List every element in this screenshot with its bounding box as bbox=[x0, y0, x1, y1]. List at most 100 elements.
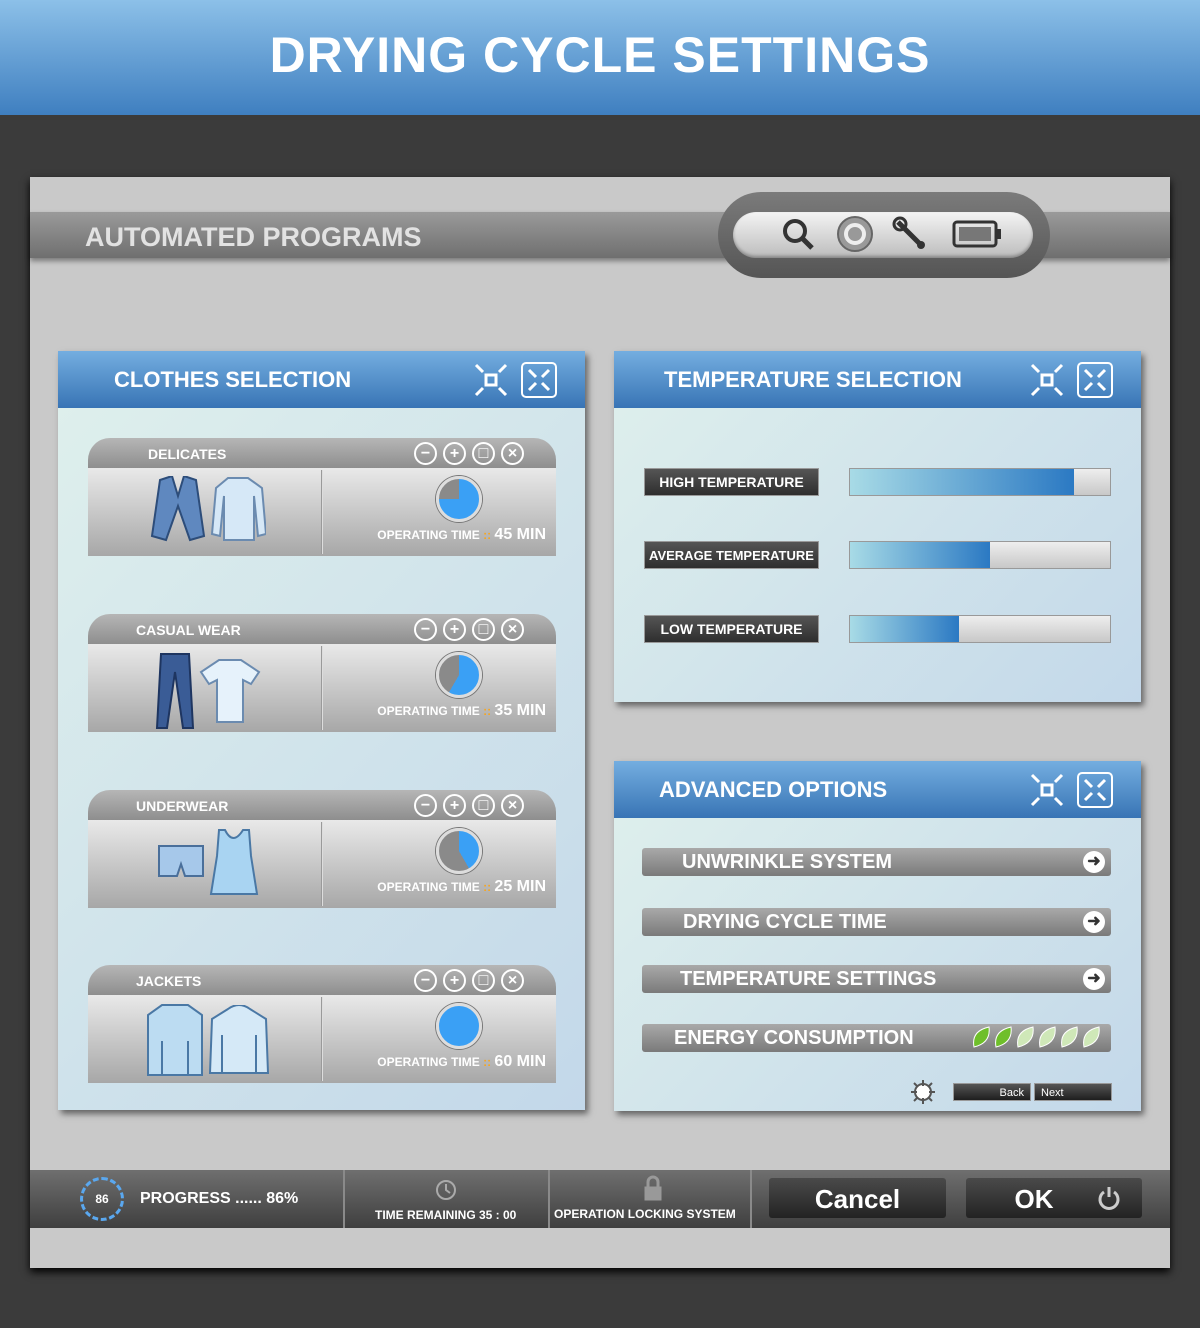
plus-icon[interactable]: + bbox=[443, 442, 466, 465]
arrow-right-icon: ➜ bbox=[1083, 968, 1105, 990]
energy-label: ENERGY CONSUMPTION bbox=[674, 1027, 914, 1049]
maximize-icon[interactable]: □ bbox=[472, 618, 495, 641]
card-title: JACKETS bbox=[136, 973, 202, 989]
maximize-icon[interactable]: □ bbox=[472, 969, 495, 992]
temperature-fill bbox=[850, 469, 1074, 495]
plus-icon[interactable]: + bbox=[443, 618, 466, 641]
advanced-options-panel: ADVANCED OPTIONS UNWRINKLE SYSTEM ➜ DRYING… bbox=[614, 761, 1141, 1111]
arrow-right-icon: ➜ bbox=[1083, 911, 1105, 933]
minus-icon[interactable]: − bbox=[414, 969, 437, 992]
temperature-slider[interactable] bbox=[849, 541, 1111, 569]
refresh-icon[interactable] bbox=[835, 214, 875, 254]
card-body: OPERATING TIME :: 60 MIN bbox=[88, 995, 556, 1083]
gear-icon[interactable] bbox=[910, 1079, 936, 1105]
energy-consumption-row[interactable]: ENERGY CONSUMPTION bbox=[642, 1024, 1111, 1052]
card-header: DELICATES − + □ × bbox=[88, 438, 556, 468]
wrench-icon[interactable] bbox=[890, 214, 930, 254]
programs-title: AUTOMATED PROGRAMS bbox=[85, 222, 422, 252]
minus-icon[interactable]: − bbox=[414, 794, 437, 817]
temperature-fill bbox=[850, 616, 960, 642]
clothes-selection-panel: CLOTHES SELECTION DELICATES − + □ × OPERATI… bbox=[58, 351, 585, 1110]
card-title: DELICATES bbox=[148, 446, 227, 462]
shorts-icon bbox=[157, 844, 205, 885]
maximize-icon[interactable]: □ bbox=[472, 442, 495, 465]
ok-label: OK bbox=[1014, 1184, 1054, 1214]
card-body: OPERATING TIME :: 35 MIN bbox=[88, 644, 556, 732]
time-pie-icon bbox=[436, 1003, 482, 1049]
progress-label: PROGRESS ...... 86% bbox=[140, 1190, 299, 1207]
ok-button[interactable]: OK bbox=[966, 1178, 1142, 1218]
shirt-icon bbox=[210, 476, 268, 547]
close-icon[interactable]: × bbox=[501, 969, 524, 992]
clock-icon bbox=[435, 1179, 457, 1206]
power-icon bbox=[1098, 1187, 1120, 1210]
option-label: TEMPERATURE SETTINGS bbox=[680, 968, 937, 990]
card-body: OPERATING TIME :: 25 MIN bbox=[88, 820, 556, 908]
close-icon[interactable]: × bbox=[501, 442, 524, 465]
collapse-icon[interactable] bbox=[1077, 772, 1113, 808]
locking-system[interactable]: OPERATION LOCKING SYSTEM bbox=[554, 1207, 736, 1221]
temperature-label: HIGH TEMPERATURE bbox=[644, 468, 819, 496]
leaf-icon bbox=[1039, 1026, 1056, 1048]
card-body: OPERATING TIME :: 45 MIN bbox=[88, 468, 556, 556]
operating-time: OPERATING TIME :: 45 MIN bbox=[377, 526, 546, 543]
status-bar: 86 PROGRESS ...... 86% TIME REMAINING 35… bbox=[30, 1170, 1170, 1228]
temperature-label: AVERAGE TEMPERATURE bbox=[644, 541, 819, 569]
option-label: UNWRINKLE SYSTEM bbox=[682, 851, 892, 873]
advanced-option[interactable]: DRYING CYCLE TIME ➜ bbox=[642, 908, 1111, 936]
back-button[interactable]: Back bbox=[953, 1083, 1031, 1101]
operating-time: OPERATING TIME :: 35 MIN bbox=[377, 702, 546, 719]
next-button[interactable]: Next bbox=[1034, 1083, 1112, 1101]
search-icon[interactable] bbox=[778, 214, 818, 254]
temperature-selection-panel: TEMPERATURE SELECTION HIGH TEMPERATURE A… bbox=[614, 351, 1141, 702]
minus-icon[interactable]: − bbox=[414, 442, 437, 465]
collapse-icon[interactable] bbox=[521, 362, 557, 398]
temperature-slider[interactable] bbox=[849, 468, 1111, 496]
plus-icon[interactable]: + bbox=[443, 969, 466, 992]
temperature-label: LOW TEMPERATURE bbox=[644, 615, 819, 643]
leaf-icon bbox=[973, 1026, 990, 1048]
operating-time: OPERATING TIME :: 25 MIN bbox=[377, 878, 546, 895]
jeans-icon bbox=[155, 652, 195, 735]
expand-icon[interactable] bbox=[1029, 772, 1065, 808]
option-label: DRYING CYCLE TIME bbox=[683, 911, 887, 933]
advanced-option[interactable]: UNWRINKLE SYSTEM ➜ bbox=[642, 848, 1111, 876]
page-title: DRYING CYCLE SETTINGS bbox=[0, 0, 1200, 115]
clothes-card[interactable]: UNDERWEAR − + □ × OPERATING TIME :: 25 MIN bbox=[88, 790, 556, 908]
time-pie-icon bbox=[436, 828, 482, 874]
collapse-icon[interactable] bbox=[1077, 362, 1113, 398]
coat-icon bbox=[146, 1003, 204, 1082]
lock-icon bbox=[643, 1175, 663, 1206]
leaf-icon bbox=[1017, 1026, 1034, 1048]
tanktop-icon bbox=[209, 828, 259, 901]
time-pie-icon bbox=[436, 476, 482, 522]
clothes-card[interactable]: CASUAL WEAR − + □ × OPERATING TIME :: 35 MI… bbox=[88, 614, 556, 732]
blazer-icon bbox=[150, 474, 206, 547]
maximize-icon[interactable]: □ bbox=[472, 794, 495, 817]
close-icon[interactable]: × bbox=[501, 794, 524, 817]
time-pie-icon bbox=[436, 652, 482, 698]
card-header: JACKETS − + □ × bbox=[88, 965, 556, 995]
expand-icon[interactable] bbox=[473, 362, 509, 398]
hoodie-icon bbox=[208, 1004, 270, 1080]
card-title: CASUAL WEAR bbox=[136, 622, 241, 638]
progress-ring: 86 bbox=[80, 1177, 124, 1221]
minus-icon[interactable]: − bbox=[414, 618, 437, 641]
close-icon[interactable]: × bbox=[501, 618, 524, 641]
clothes-card[interactable]: DELICATES − + □ × OPERATING TIME :: 45 MIN bbox=[88, 438, 556, 556]
time-remaining: TIME REMAINING 35 : 00 bbox=[375, 1208, 517, 1222]
temperature-slider[interactable] bbox=[849, 615, 1111, 643]
card-header: CASUAL WEAR − + □ × bbox=[88, 614, 556, 644]
arrow-right-icon: ➜ bbox=[1083, 851, 1105, 873]
battery-icon[interactable] bbox=[952, 214, 1004, 254]
leaf-icon bbox=[995, 1026, 1012, 1048]
clothes-card[interactable]: JACKETS − + □ × OPERATING TIME :: 60 MIN bbox=[88, 965, 556, 1083]
cancel-button[interactable]: Cancel bbox=[769, 1178, 946, 1218]
temperature-fill bbox=[850, 542, 991, 568]
advanced-option[interactable]: TEMPERATURE SETTINGS ➜ bbox=[642, 965, 1111, 993]
card-title: UNDERWEAR bbox=[136, 798, 229, 814]
leaf-icon bbox=[1083, 1026, 1100, 1048]
plus-icon[interactable]: + bbox=[443, 794, 466, 817]
card-header: UNDERWEAR − + □ × bbox=[88, 790, 556, 820]
expand-icon[interactable] bbox=[1029, 362, 1065, 398]
